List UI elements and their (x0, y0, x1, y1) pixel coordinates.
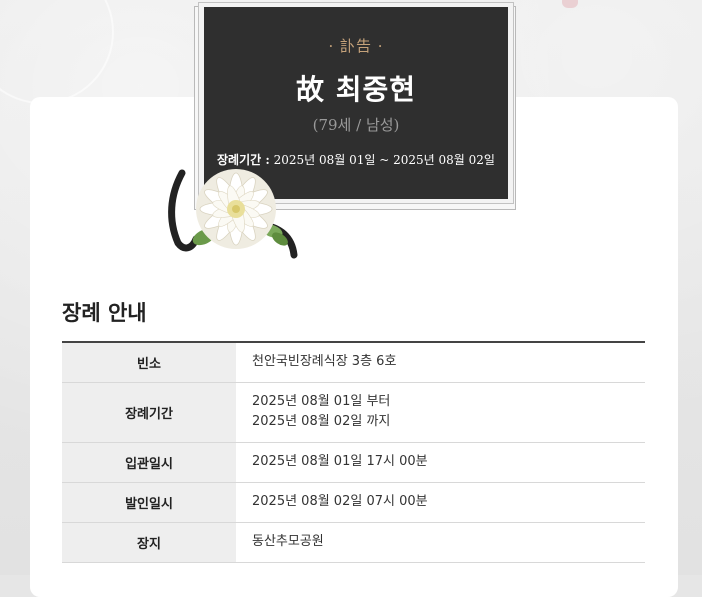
table-row: 발인일시 2025년 08월 02일 07시 00분 (62, 482, 645, 523)
row-label-funeral-period: 장례기간 (62, 382, 236, 443)
funeral-period-value: 2025년 08월 01일 ~ 2025년 08월 02일 (273, 153, 495, 167)
deceased-name: 故 최중현 (295, 73, 417, 106)
row-value-burial-site: 동산추모공원 (236, 522, 645, 563)
deceased-age-gender: (79세 / 남성) (312, 116, 400, 134)
row-value-mortuary: 천안국빈장례식장 3층 6호 (236, 342, 645, 383)
row-label-departure: 발인일시 (62, 482, 236, 523)
section-title: 장례 안내 (62, 300, 147, 325)
funeral-info-table: 빈소 천안국빈장례식장 3층 6호 장례기간 2025년 08월 01일 부터 … (62, 341, 645, 563)
row-value-departure: 2025년 08월 02일 07시 00분 (236, 482, 645, 523)
table-row: 입관일시 2025년 08월 01일 17시 00분 (62, 442, 645, 483)
obituary-tag: · 訃告 · (328, 37, 384, 55)
table-row: 빈소 천안국빈장례식장 3층 6호 (62, 342, 645, 383)
row-value-funeral-period: 2025년 08월 01일 부터 2025년 08월 02일 까지 (236, 382, 645, 443)
row-value-encoffining: 2025년 08월 01일 17시 00분 (236, 442, 645, 483)
row-label-burial-site: 장지 (62, 522, 236, 563)
funeral-period-start: 2025년 08월 01일 부터 (252, 394, 391, 409)
table-row: 장지 동산추모공원 (62, 522, 645, 563)
table-row: 장례기간 2025년 08월 01일 부터 2025년 08월 02일 까지 (62, 382, 645, 443)
funeral-period-end: 2025년 08월 02일 까지 (252, 414, 391, 429)
row-label-encoffining: 입관일시 (62, 442, 236, 483)
row-label-mortuary: 빈소 (62, 342, 236, 383)
chrysanthemum-ribbon-icon (168, 169, 298, 259)
